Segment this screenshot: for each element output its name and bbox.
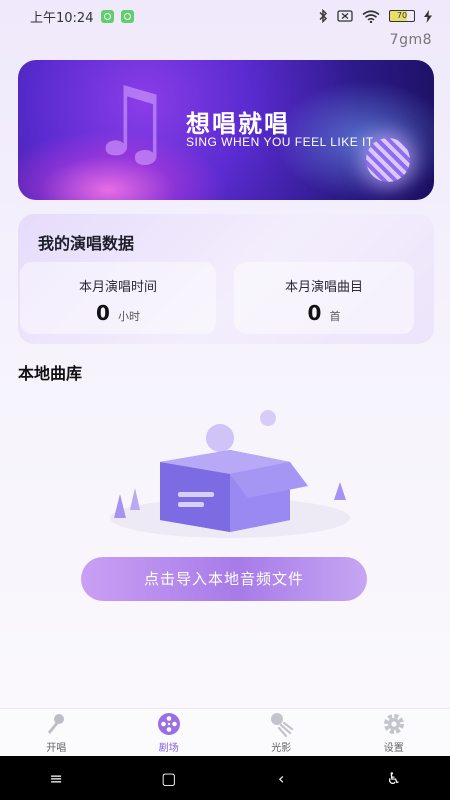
film-reel-icon <box>157 713 180 735</box>
stat-value: 0 <box>96 301 110 325</box>
battery-icon: 70 <box>389 10 415 22</box>
singing-stats-card: 我的演唱数据 本月演唱时间 0 小时 本月演唱曲目 0 首 <box>18 214 434 344</box>
sim-off-icon <box>337 10 353 22</box>
menu-icon[interactable]: ≡ <box>36 769 76 788</box>
tab-light[interactable]: 光影 <box>241 711 321 754</box>
empty-box-illustration <box>110 410 350 538</box>
accessibility-icon[interactable]: ♿ <box>374 769 414 788</box>
watermark: 7gm8 <box>389 32 432 48</box>
stat-unit: 首 <box>329 310 341 323</box>
banner-subtitle: SING WHEN YOU FEEL LIKE IT <box>186 135 374 149</box>
local-library-title: 本地曲库 <box>18 364 83 383</box>
stat-label: 本月演唱曲目 <box>284 280 363 295</box>
wechat-notification-icon <box>121 9 135 23</box>
tab-label: 设置 <box>383 743 404 754</box>
tab-settings[interactable]: 设置 <box>354 711 434 754</box>
system-nav-bar: ≡ ▢ ‹ ♿ <box>0 756 450 800</box>
gear-icon <box>383 714 404 734</box>
music-note-icon: ♫ <box>88 66 175 178</box>
bottom-tab-bar: 开唱 剧场 光影 设置 <box>0 708 450 756</box>
bluetooth-icon <box>319 9 327 23</box>
charging-icon <box>424 9 432 23</box>
home-icon[interactable]: ▢ <box>149 769 189 788</box>
tab-label: 开唱 <box>46 743 67 754</box>
stats-title: 我的演唱数据 <box>38 234 135 253</box>
back-icon[interactable]: ‹ <box>261 769 301 788</box>
hero-banner[interactable]: ♫ 想唱就唱 SING WHEN YOU FEEL LIKE IT <box>18 60 434 200</box>
monthly-time-stat: 本月演唱时间 0 小时 <box>20 262 216 334</box>
wifi-icon <box>362 9 380 23</box>
status-time: 上午10:24 <box>30 10 94 26</box>
status-bar: 上午10:24 70 <box>0 0 450 32</box>
stat-label: 本月演唱时间 <box>78 280 157 295</box>
banner-title: 想唱就唱 <box>186 110 290 138</box>
microphone-icon <box>48 714 65 734</box>
tab-label: 剧场 <box>158 743 179 754</box>
import-local-audio-button[interactable]: 点击导入本地音频文件 <box>81 557 367 601</box>
monthly-songs-stat: 本月演唱曲目 0 首 <box>234 262 414 334</box>
tab-sing[interactable]: 开唱 <box>16 711 96 754</box>
wechat-notification-icon <box>101 9 115 23</box>
stat-unit: 小时 <box>117 310 140 323</box>
tab-theater[interactable]: 剧场 <box>129 711 209 754</box>
tab-label: 光影 <box>271 743 292 754</box>
stat-value: 0 <box>307 301 322 325</box>
spotlight-icon <box>271 713 294 737</box>
